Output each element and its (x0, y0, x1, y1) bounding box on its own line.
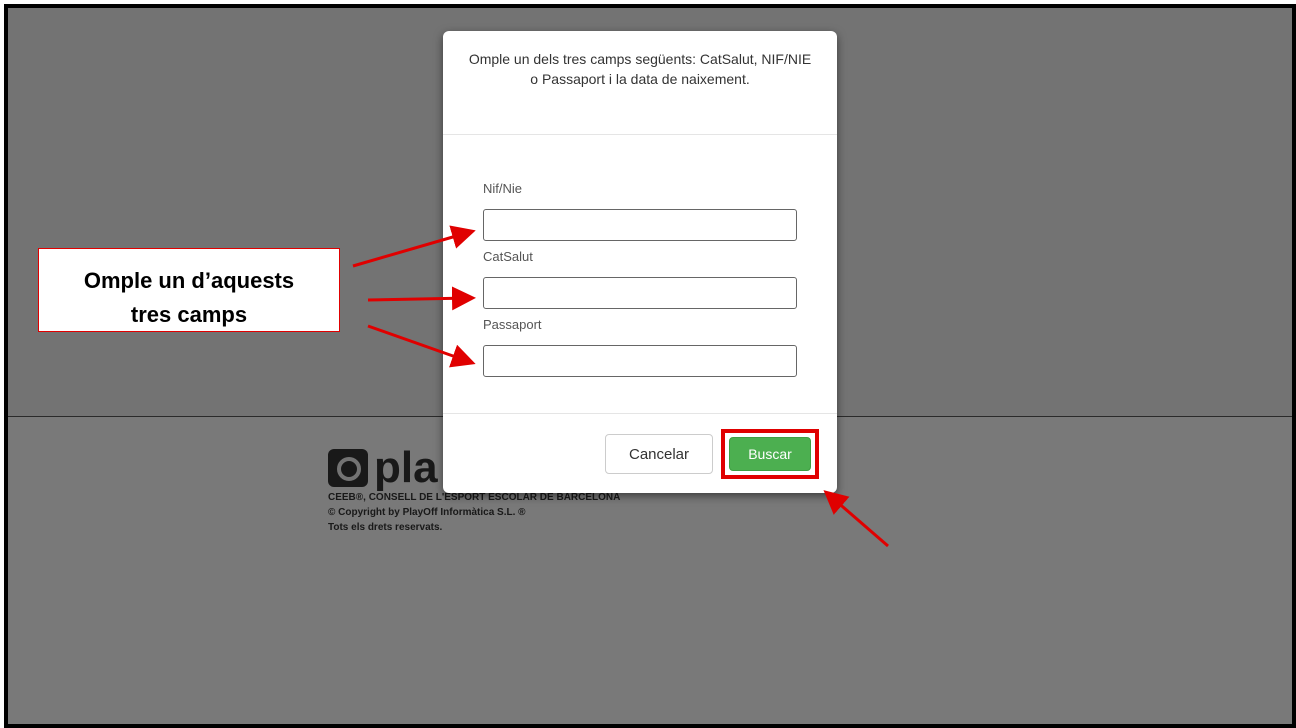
screenshot-frame: pla CEEB®, CONSELL DE L'ESPORT ESCOLAR D… (4, 4, 1296, 728)
annotation-callout: Omple un d’aquests tres camps (38, 248, 340, 332)
callout-line-1: Omple un d’aquests (83, 268, 295, 293)
search-button-highlight: Buscar (721, 429, 819, 479)
modal-footer: Cancelar Buscar (443, 413, 837, 493)
passaport-label: Passaport (483, 317, 542, 332)
nif-nie-label: Nif/Nie (483, 181, 523, 196)
search-button[interactable]: Buscar (729, 437, 811, 471)
catsalut-label: CatSalut (483, 249, 533, 264)
catsalut-input[interactable] (483, 277, 797, 309)
nif-nie-input[interactable] (483, 209, 797, 241)
callout-line-2: tres camps (130, 302, 248, 327)
modal-header: Omple un dels tres camps següents: CatSa… (443, 31, 837, 135)
modal-body: Nif/Nie CatSalut Passaport (443, 135, 837, 413)
cancel-button[interactable]: Cancelar (605, 434, 713, 474)
passaport-input[interactable] (483, 345, 797, 377)
search-modal: Omple un dels tres camps següents: CatSa… (443, 31, 837, 493)
